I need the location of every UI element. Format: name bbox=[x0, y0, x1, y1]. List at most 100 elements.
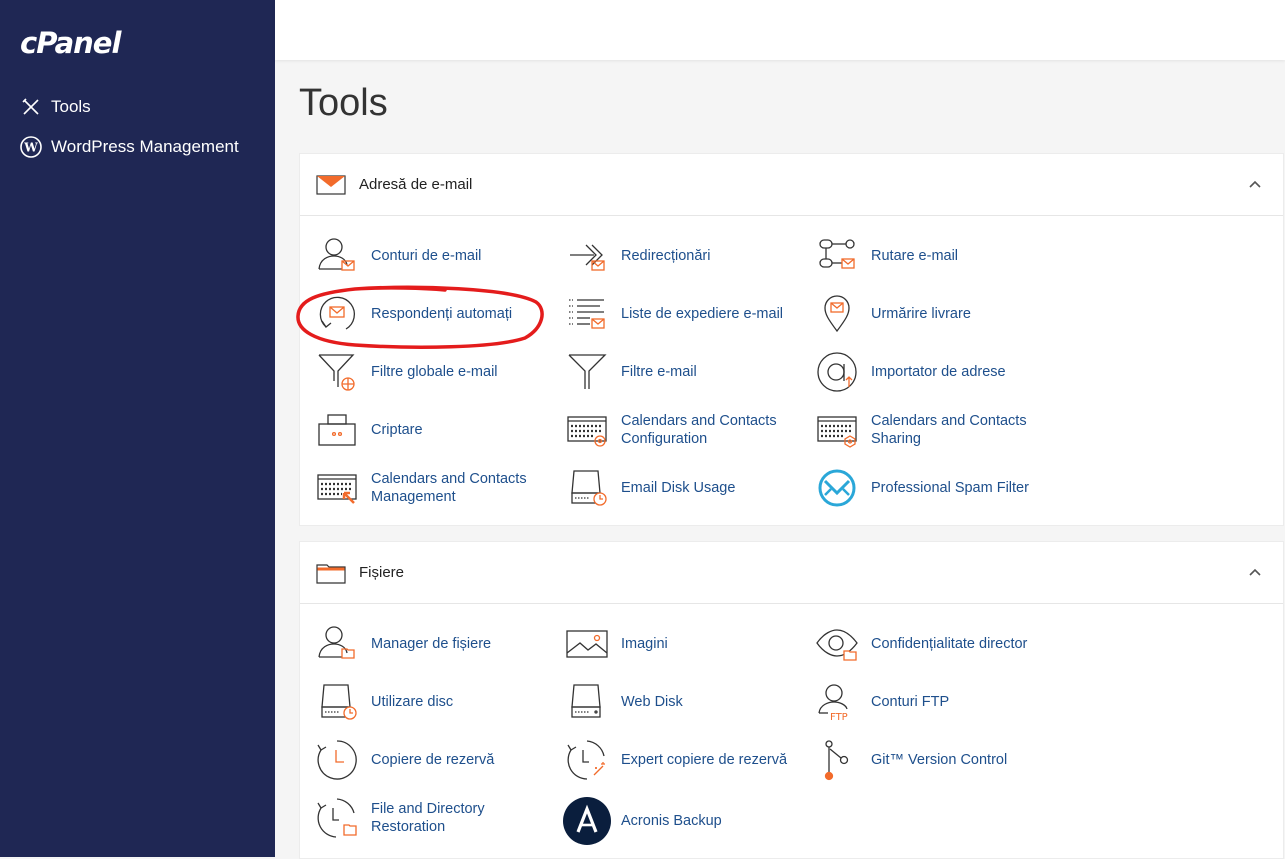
tool-label: Respondenți automați bbox=[371, 306, 513, 322]
envelope-icon bbox=[316, 174, 346, 195]
tool-encryption[interactable]: Criptare bbox=[316, 409, 551, 451]
email-disk-usage-icon bbox=[566, 467, 608, 509]
tool-images[interactable]: Imagini bbox=[566, 623, 801, 665]
tool-backup-wizard[interactable]: Expert copiere de rezervă bbox=[566, 739, 801, 781]
forwarders-icon bbox=[566, 235, 608, 277]
svg-text:FTP: FTP bbox=[830, 712, 848, 723]
tool-label: Confidențialitate director bbox=[871, 636, 1028, 652]
email-filters-icon bbox=[566, 351, 608, 393]
tool-label: Conturi de e-mail bbox=[371, 248, 482, 264]
section-title: Fișiere bbox=[359, 564, 405, 581]
calendar-sharing-icon bbox=[816, 409, 858, 451]
tool-backup[interactable]: Copiere de rezervă bbox=[316, 739, 551, 781]
chevron-up-icon[interactable] bbox=[1247, 176, 1263, 192]
tool-web-disk[interactable]: Web Disk bbox=[566, 681, 801, 723]
tool-acronis-backup[interactable]: Acronis Backup bbox=[563, 797, 801, 845]
tool-label: Redirecționări bbox=[621, 248, 711, 264]
tool-file-restoration[interactable]: File and Directory Restoration bbox=[316, 797, 551, 839]
tool-label: Calendars and Contacts Management bbox=[371, 471, 527, 505]
tool-label: Web Disk bbox=[621, 694, 683, 710]
top-header bbox=[275, 0, 1285, 60]
tool-disk-usage[interactable]: Utilizare disc bbox=[316, 681, 551, 723]
sidebar-item-label: Tools bbox=[51, 97, 91, 116]
tool-autoresponders[interactable]: Respondenți automați bbox=[316, 293, 551, 335]
email-section-header[interactable]: Adresă de e-mail bbox=[300, 154, 1283, 216]
tool-label: Filtre globale e-mail bbox=[371, 364, 498, 380]
files-section: Fișiere Manager de fișiere Imagini Confi… bbox=[299, 541, 1284, 859]
email-section: Adresă de e-mail Conturi de e-mail Redir… bbox=[299, 153, 1284, 526]
images-icon bbox=[566, 623, 608, 665]
web-disk-icon bbox=[566, 681, 608, 723]
tool-spam-filter[interactable]: Professional Spam Filter bbox=[816, 467, 1051, 509]
autoresponders-icon bbox=[316, 293, 358, 335]
tool-email-routing[interactable]: Rutare e-mail bbox=[816, 235, 1051, 277]
tool-label: Copiere de rezervă bbox=[371, 752, 495, 768]
git-icon bbox=[816, 739, 858, 781]
file-restoration-icon bbox=[316, 797, 358, 839]
tool-track-delivery[interactable]: Urmărire livrare bbox=[816, 293, 1051, 335]
tool-label: Calendars and Contacts Configuration bbox=[621, 413, 777, 447]
tool-git[interactable]: Git™ Version Control bbox=[816, 739, 1051, 781]
section-title: Adresă de e-mail bbox=[359, 176, 473, 193]
backup-wizard-icon bbox=[566, 739, 608, 781]
chevron-up-icon[interactable] bbox=[1247, 564, 1263, 580]
tool-address-importer[interactable]: Importator de adrese bbox=[816, 351, 1051, 393]
tool-label: Urmărire livrare bbox=[871, 306, 971, 322]
files-section-header[interactable]: Fișiere bbox=[300, 542, 1283, 604]
calendar-config-icon bbox=[566, 409, 608, 451]
tool-label: Filtre e-mail bbox=[621, 364, 697, 380]
directory-privacy-icon bbox=[816, 623, 858, 665]
tool-calendar-management[interactable]: Calendars and Contacts Management bbox=[316, 467, 551, 509]
mailing-lists-icon bbox=[566, 293, 608, 335]
address-importer-icon bbox=[816, 351, 858, 393]
email-accounts-icon bbox=[316, 235, 358, 277]
tool-directory-privacy[interactable]: Confidențialitate director bbox=[816, 623, 1051, 665]
wordpress-icon: W bbox=[20, 136, 42, 158]
sidebar-item-label: WordPress Management bbox=[51, 137, 239, 156]
tool-label: Criptare bbox=[371, 422, 423, 438]
tool-forwarders[interactable]: Redirecționări bbox=[566, 235, 801, 277]
encryption-icon bbox=[316, 409, 358, 451]
tool-email-disk-usage[interactable]: Email Disk Usage bbox=[566, 467, 801, 509]
tool-label: Calendars and Contacts Sharing bbox=[871, 413, 1027, 447]
page-title: Tools bbox=[299, 82, 388, 124]
tools-icon bbox=[20, 96, 42, 118]
cpanel-logo[interactable]: cPanel bbox=[20, 26, 121, 60]
disk-usage-icon bbox=[316, 681, 358, 723]
tool-file-manager[interactable]: Manager de fișiere bbox=[316, 623, 551, 665]
track-delivery-icon bbox=[816, 293, 858, 335]
tool-label: File and Directory Restoration bbox=[371, 801, 485, 835]
tool-ftp-accounts[interactable]: FTP Conturi FTP bbox=[816, 681, 1051, 723]
ftp-accounts-icon: FTP bbox=[816, 681, 858, 723]
tool-label: Imagini bbox=[621, 636, 668, 652]
file-manager-icon bbox=[316, 623, 358, 665]
tool-label: Email Disk Usage bbox=[621, 480, 736, 496]
tool-label: Conturi FTP bbox=[871, 694, 950, 710]
tool-label: Expert copiere de rezervă bbox=[621, 752, 788, 768]
sidebar-item-wordpress[interactable]: W WordPress Management bbox=[20, 136, 239, 158]
email-routing-icon bbox=[816, 235, 858, 277]
sidebar-item-tools[interactable]: Tools bbox=[20, 96, 91, 118]
calendar-management-icon bbox=[316, 467, 358, 509]
tool-global-filters[interactable]: Filtre globale e-mail bbox=[316, 351, 551, 393]
svg-text:W: W bbox=[23, 141, 38, 155]
tool-label: Rutare e-mail bbox=[871, 248, 959, 264]
global-filters-icon bbox=[316, 351, 358, 393]
tool-label: Git™ Version Control bbox=[871, 752, 1008, 768]
spam-filter-icon bbox=[816, 467, 858, 509]
tool-label: Professional Spam Filter bbox=[871, 480, 1029, 496]
tool-label: Importator de adrese bbox=[871, 364, 1006, 380]
tool-label: Manager de fișiere bbox=[371, 636, 492, 652]
tool-mailing-lists[interactable]: Liste de expediere e-mail bbox=[566, 293, 801, 335]
acronis-icon bbox=[563, 797, 611, 845]
tool-calendar-config[interactable]: Calendars and Contacts Configuration bbox=[566, 409, 801, 451]
folder-icon bbox=[316, 563, 346, 584]
backup-icon bbox=[316, 739, 358, 781]
tool-label: Utilizare disc bbox=[371, 694, 454, 710]
tool-email-filters[interactable]: Filtre e-mail bbox=[566, 351, 801, 393]
tool-label: Acronis Backup bbox=[621, 813, 722, 829]
tool-label: Liste de expediere e-mail bbox=[621, 306, 784, 322]
tool-calendar-sharing[interactable]: Calendars and Contacts Sharing bbox=[816, 409, 1051, 451]
tool-email-accounts[interactable]: Conturi de e-mail bbox=[316, 235, 551, 277]
sidebar: cPanel Tools W WordPress Management bbox=[0, 0, 275, 857]
